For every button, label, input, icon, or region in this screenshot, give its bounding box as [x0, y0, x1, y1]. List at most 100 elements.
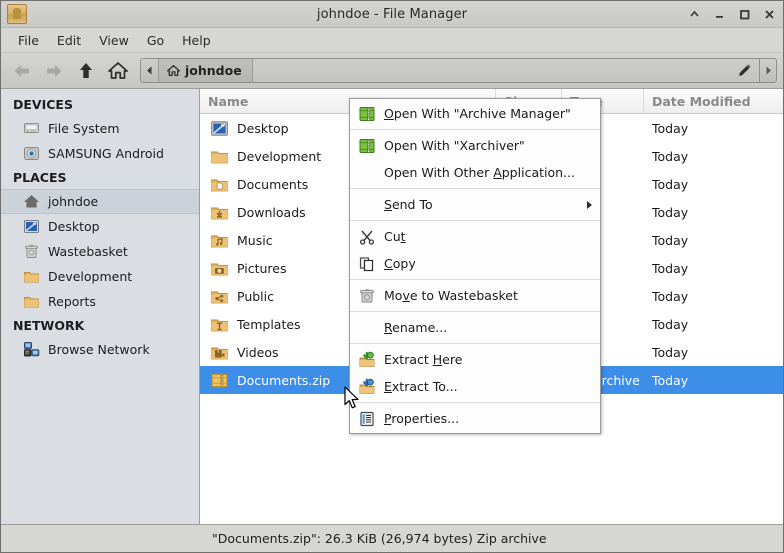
folder-videos-icon [211, 346, 228, 359]
sidebar-item-label: Browse Network [48, 342, 150, 357]
extract-to-icon [359, 378, 375, 394]
home-icon [108, 62, 128, 79]
menubar-item-file[interactable]: File [9, 30, 48, 51]
sidebar-item-reports[interactable]: Reports [1, 289, 199, 314]
file-manager-window: johndoe - File Manager File Edit View Go… [0, 0, 784, 553]
context-menu: Open With "Archive Manager" Open With "X… [349, 98, 601, 434]
sidebar: DEVICES File System SAMSUNG Android PLAC… [1, 89, 200, 524]
sidebar-item-development[interactable]: Development [1, 264, 199, 289]
file-date-cell: Today [652, 120, 689, 136]
menu-separator [350, 279, 600, 280]
menu-item-label: Extract To... [384, 379, 458, 394]
file-date-cell: Today [652, 204, 689, 220]
menu-item-extract-to[interactable]: Extract To... [350, 373, 600, 400]
menubar-item-go[interactable]: Go [138, 30, 173, 51]
menu-item-open-with-other-application[interactable]: Open With Other Application... [350, 159, 600, 186]
menu-item-rename[interactable]: Rename... [350, 314, 600, 341]
sidebar-item-johndoe[interactable]: johndoe [1, 189, 199, 214]
breadcrumb-johndoe[interactable]: johndoe [158, 59, 253, 82]
folder-icon [211, 150, 228, 163]
window-title: johndoe - File Manager [316, 6, 468, 22]
folder-downloads-icon [211, 206, 228, 219]
file-date-cell: Today [652, 260, 689, 276]
sidebar-item-label: Reports [48, 294, 96, 309]
sidebar-item-wastebasket[interactable]: Wastebasket [1, 239, 199, 264]
file-name-label: Development [237, 148, 322, 164]
title-bar: johndoe - File Manager [1, 1, 783, 28]
arrow-left-icon [14, 64, 29, 77]
menu-bar: File Edit View Go Help [1, 28, 783, 53]
menu-item-label: Open With Other Application... [384, 165, 575, 180]
menu-item-extract-here[interactable]: Extract Here [350, 346, 600, 373]
file-name-label: Public [237, 288, 274, 304]
sidebar-item-browse-network[interactable]: Browse Network [1, 337, 199, 362]
file-date-cell: Today [652, 176, 689, 192]
no-icon [358, 164, 376, 182]
menubar-item-view[interactable]: View [90, 30, 138, 51]
menu-item-label: Open With "Xarchiver" [384, 138, 525, 153]
sidebar-heading-devices: DEVICES [13, 97, 73, 112]
menu-item-send-to[interactable]: Send To [350, 191, 600, 218]
menu-item-open-with-xarchiver[interactable]: Open With "Xarchiver" [350, 132, 600, 159]
sidebar-heading-network: NETWORK [13, 318, 85, 333]
chevron-right-icon [766, 66, 771, 75]
menu-separator [350, 129, 600, 130]
path-scroll-left-button[interactable] [141, 59, 158, 82]
trash-icon [25, 244, 38, 258]
up-button[interactable] [71, 57, 101, 85]
no-icon [358, 319, 376, 337]
chevron-left-icon [147, 66, 152, 75]
sidebar-item-file-system[interactable]: File System [1, 116, 199, 141]
path-bar-empty-area[interactable] [252, 59, 729, 82]
menu-item-open-with-archive-manager[interactable]: Open With "Archive Manager" [350, 100, 600, 127]
file-date-cell: Today [652, 372, 689, 388]
archive-app-icon [359, 138, 375, 153]
minimize-button[interactable] [713, 8, 726, 21]
file-date-cell: Today [652, 148, 689, 164]
sidebar-item-label: SAMSUNG Android [48, 146, 164, 161]
menu-item-label: Move to Wastebasket [384, 288, 518, 303]
close-button[interactable] [763, 8, 776, 21]
menu-item-cut[interactable]: Cut [350, 223, 600, 250]
archive-app-icon [359, 106, 375, 121]
arrow-up-icon [80, 62, 92, 78]
file-name-label: Documents.zip [237, 372, 331, 388]
home-icon [167, 64, 180, 77]
sidebar-item-label: Desktop [48, 219, 100, 234]
path-edit-button[interactable] [729, 59, 759, 82]
toolbar: johndoe [1, 53, 783, 89]
file-date-cell: Today [652, 288, 689, 304]
shade-button[interactable] [688, 8, 701, 21]
menu-item-properties[interactable]: Properties... [350, 405, 600, 432]
path-bar: johndoe [140, 58, 777, 83]
desktop-icon [211, 120, 228, 136]
pencil-icon [738, 64, 751, 76]
forward-button[interactable] [39, 57, 69, 85]
menu-item-label: Send To [384, 197, 433, 212]
menu-separator [350, 343, 600, 344]
column-header-date-modified[interactable]: Date Modified [644, 89, 783, 113]
path-scroll-right-button[interactable] [759, 59, 776, 82]
archive-icon [211, 373, 228, 387]
desktop-icon [24, 220, 39, 233]
drive-icon [24, 123, 39, 133]
folder-icon [24, 297, 39, 308]
menubar-item-help[interactable]: Help [173, 30, 220, 51]
sidebar-item-label: File System [48, 121, 120, 136]
sidebar-item-samsung-android[interactable]: SAMSUNG Android [1, 141, 199, 166]
menubar-item-edit[interactable]: Edit [48, 30, 90, 51]
breadcrumb-label: johndoe [185, 63, 242, 78]
no-icon [358, 196, 376, 214]
file-date-cell: Today [652, 316, 689, 332]
sidebar-item-desktop[interactable]: Desktop [1, 214, 199, 239]
menu-item-label: Open With "Archive Manager" [384, 106, 571, 121]
menu-item-move-to-wastebasket[interactable]: Move to Wastebasket [350, 282, 600, 309]
sidebar-heading-places: PLACES [13, 170, 67, 185]
menu-item-copy[interactable]: Copy [350, 250, 600, 277]
file-name-label: Videos [237, 344, 279, 360]
file-name-label: Documents [237, 176, 309, 192]
menu-separator [350, 311, 600, 312]
back-button[interactable] [7, 57, 37, 85]
maximize-button[interactable] [738, 8, 751, 21]
home-button[interactable] [103, 57, 133, 85]
